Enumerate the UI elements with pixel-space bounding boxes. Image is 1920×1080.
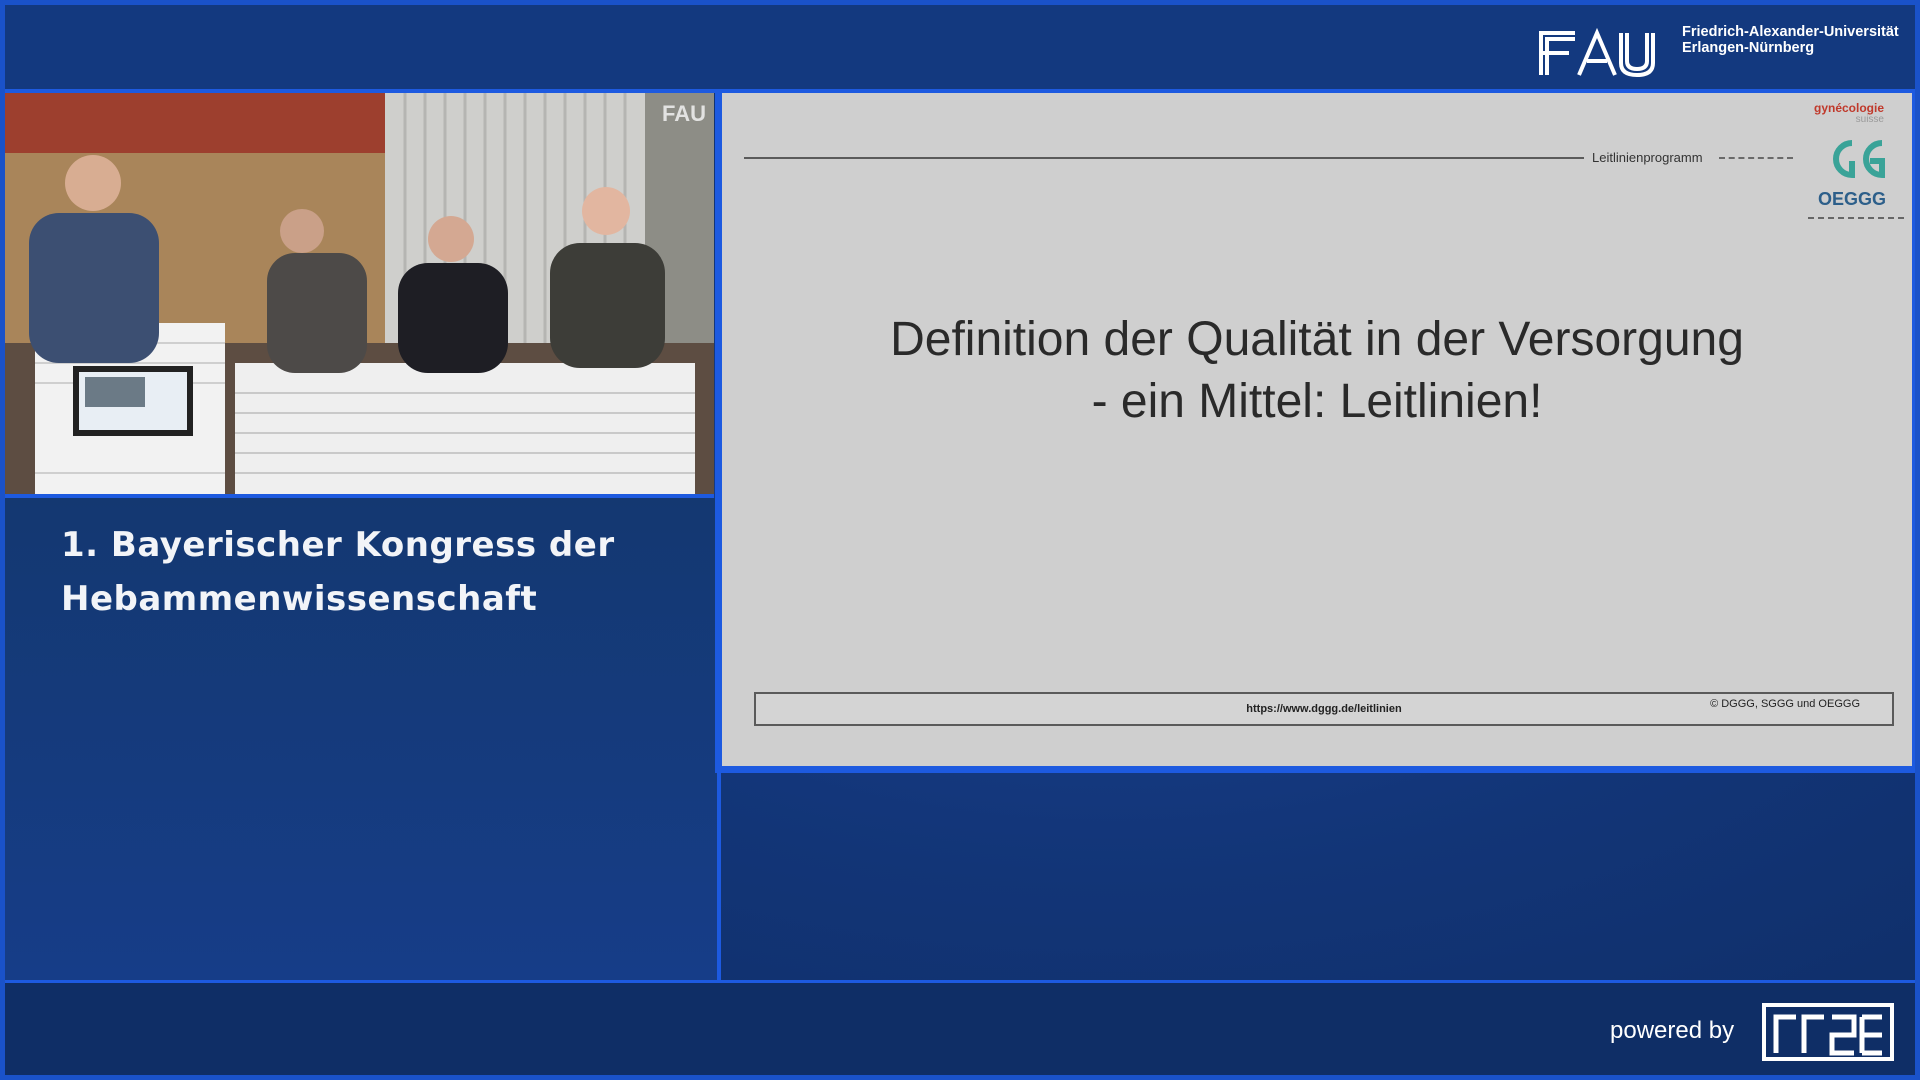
partner-name: gynécologie [1813, 101, 1884, 115]
university-line-2: Erlangen-Nürnberg [1682, 40, 1815, 56]
presentation-slide-frame: Leitlinienprogramm gynécologie suisse OE… [715, 90, 1915, 773]
top-bar [5, 5, 1915, 93]
slide-footer-copyright: © DGGG, SGGG und OEGGG [1710, 698, 1860, 710]
sggg-logo-icon [1833, 140, 1885, 179]
video-frame [5, 93, 714, 494]
powered-by-label: powered by [1610, 1017, 1735, 1044]
slide-title: Definition der Qualität in der Versorgun… [722, 309, 1912, 433]
slide-title-line-1: Definition der Qualität in der Versorgun… [890, 313, 1744, 366]
slide-title-line-2: - ein Mittel: Leitlinien! [1091, 375, 1543, 428]
slide-program-label: Leitlinienprogramm [1592, 150, 1703, 165]
rrze-logo-icon [1762, 1003, 1894, 1061]
video-watermark: FAU [662, 101, 706, 126]
event-title: 1. Bayerischer Kongress der Hebammenwiss… [61, 518, 681, 626]
event-info-panel: 1. Bayerischer Kongress der Hebammenwiss… [5, 498, 721, 980]
partner-subname: suisse [1855, 114, 1884, 125]
slide-header-rule [744, 157, 1584, 159]
oeggg-logo: OEGGG [1817, 189, 1886, 209]
university-line-1: Friedrich-Alexander-Universität [1682, 24, 1899, 40]
event-title-line-1: 1. Bayerischer Kongress der [61, 525, 615, 565]
gynecologie-suisse-label: gynécologie suisse [1813, 101, 1884, 125]
slide-header-dashes [1719, 157, 1793, 159]
slide-footer: https://www.dggg.de/leitlinien © DGGG, S… [754, 692, 1894, 726]
logo-dashes [1808, 217, 1904, 219]
fau-logo-icon [1539, 27, 1655, 78]
presentation-slide[interactable]: Leitlinienprogramm gynécologie suisse OE… [722, 93, 1912, 766]
speaker-video[interactable]: FAU [5, 93, 714, 494]
event-title-line-2: Hebammenwissenschaft [61, 579, 538, 619]
university-name: Friedrich-Alexander-Universität Erlangen… [1682, 24, 1899, 56]
